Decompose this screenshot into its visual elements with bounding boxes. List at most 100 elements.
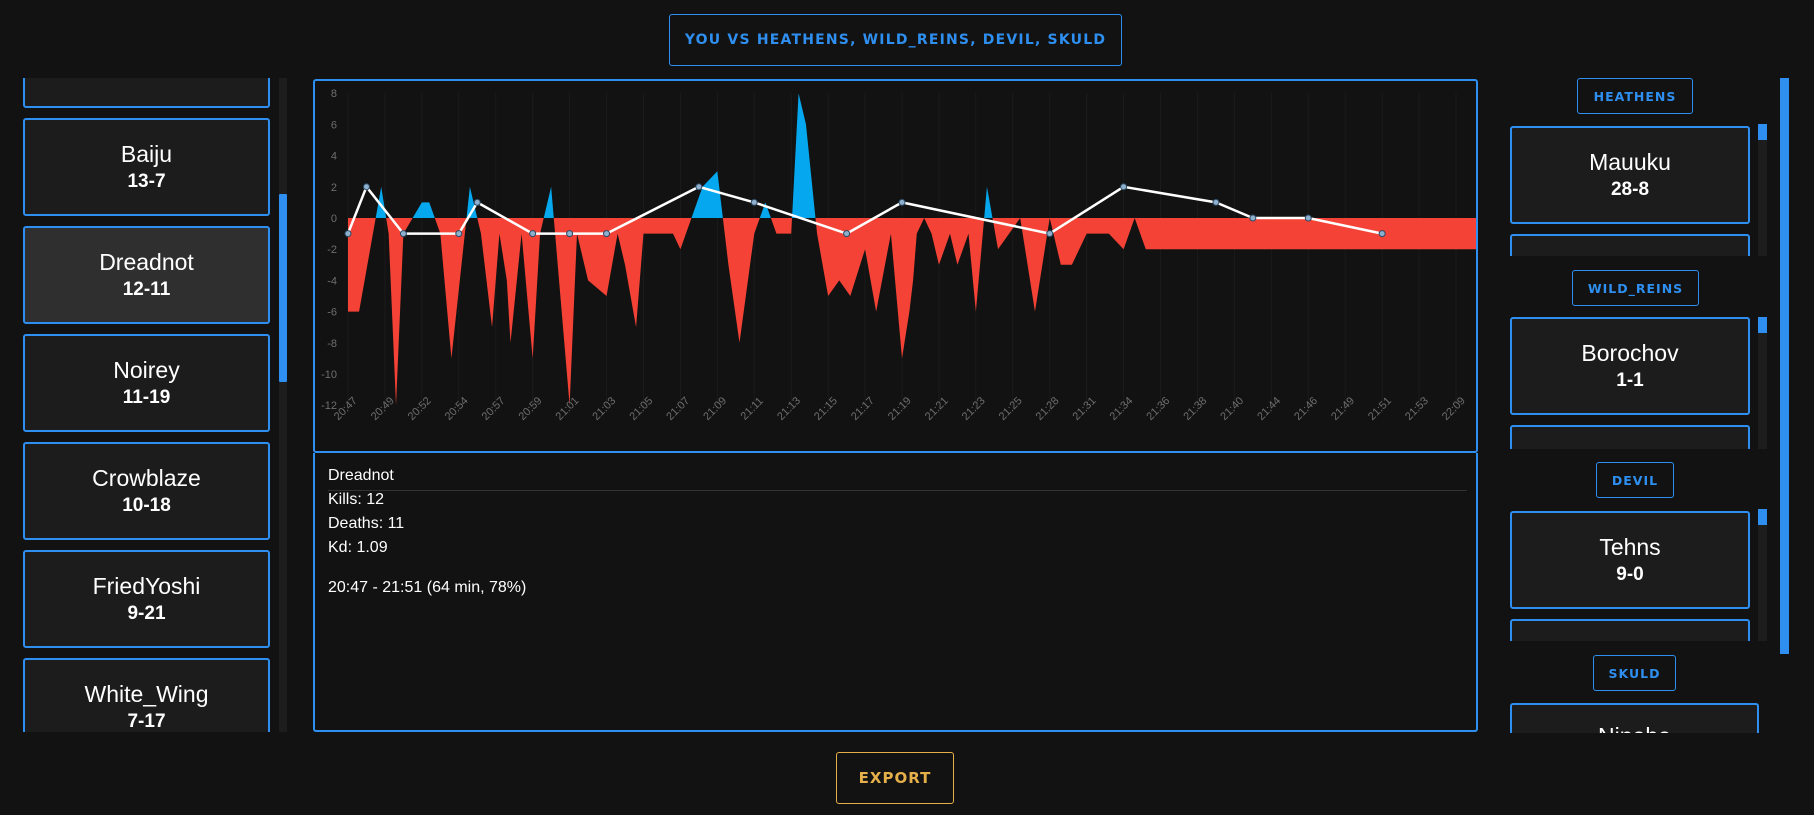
team-player-card[interactable]: Mauuku 28-8 — [1510, 126, 1750, 224]
team-player-list[interactable]: Tehns 9-0 — [1508, 509, 1768, 641]
x-tick-label: 21:25 — [997, 395, 1025, 423]
detail-deaths: Deaths: 11 — [328, 515, 405, 532]
export-button[interactable]: EXPORT — [836, 752, 954, 804]
kd-point — [399, 230, 407, 238]
detail-kills: Kills: 12 — [328, 491, 385, 508]
team-player-score: 1-1 — [1616, 370, 1644, 391]
match-title-button[interactable]: YOU VS HEATHENS, WILD_REINS, DEVIL, SKUL… — [669, 14, 1122, 66]
x-tick-label: 21:44 — [1255, 395, 1283, 423]
x-tick-label: 21:36 — [1144, 395, 1172, 423]
kd-point — [750, 198, 758, 206]
kd-point — [362, 183, 370, 191]
team-button-heathens[interactable]: HEATHENS — [1577, 78, 1693, 114]
team-panel-scrollbar-thumb[interactable] — [1780, 78, 1789, 654]
player-card[interactable]: 13-20 — [23, 78, 270, 108]
player-list-scrollbar-thumb[interactable] — [279, 194, 287, 382]
positive-area — [348, 93, 1476, 218]
team-list-scrollbar-thumb[interactable] — [1758, 317, 1767, 333]
player-card[interactable]: Crowblaze 10-18 — [23, 442, 270, 540]
team-list-scrollbar[interactable] — [1758, 317, 1767, 449]
team-player-list[interactable]: Borochov 1-1 — [1508, 317, 1768, 449]
x-tick-label: 21:51 — [1366, 395, 1394, 423]
x-tick-label: 20:49 — [369, 395, 397, 423]
kd-point — [1378, 230, 1386, 238]
kd-point — [1212, 198, 1220, 206]
player-name: Dreadnot — [99, 249, 194, 275]
team-player-card[interactable] — [1510, 619, 1750, 641]
player-score: 7-17 — [127, 711, 166, 732]
detail-time-range: 20:47 - 21:51 (64 min, 78%) — [328, 579, 527, 596]
player-name: Baiju — [120, 141, 173, 167]
kd-point — [1046, 230, 1054, 238]
kd-point — [566, 230, 574, 238]
y-tick-label: 6 — [331, 119, 337, 131]
team-list-scrollbar[interactable] — [1758, 509, 1767, 641]
x-tick-label: 21:17 — [849, 395, 877, 423]
x-tick-label: 21:07 — [664, 395, 692, 423]
team-player-card[interactable]: Ninebe — [1510, 703, 1759, 733]
player-score: 9-21 — [127, 603, 166, 624]
player-card[interactable]: FriedYoshi 9-21 — [23, 550, 270, 648]
detail-kd: Kd: 1.09 — [328, 539, 388, 556]
team-button-skuld[interactable]: SKULD — [1593, 655, 1676, 691]
x-tick-label: 21:11 — [738, 395, 765, 422]
negative-area — [348, 218, 1476, 406]
x-tick-label: 20:52 — [406, 395, 434, 423]
team-list-scrollbar[interactable] — [1758, 124, 1767, 256]
team-player-name: Borochov — [1581, 340, 1679, 366]
kd-point — [529, 230, 537, 238]
x-tick-label: 21:40 — [1218, 395, 1246, 423]
x-tick-label: 21:03 — [590, 395, 618, 423]
x-tick-label: 20:57 — [480, 395, 508, 423]
x-tick-label: 21:15 — [812, 395, 840, 423]
chart-canvas: 86420-2-4-6-8-10-12 20:47 20:49 20:52 20:54… — [321, 88, 1476, 423]
x-tick-label: 20:54 — [443, 395, 471, 423]
team-list-scrollbar-thumb[interactable] — [1758, 509, 1767, 525]
x-tick-label: 20:59 — [517, 395, 545, 423]
player-card[interactable]: White_Wing 7-17 — [23, 658, 270, 732]
kd-point — [1120, 183, 1128, 191]
player-score: 10-18 — [122, 495, 171, 516]
x-tick-label: 21:21 — [923, 395, 951, 423]
team-player-card[interactable]: Borochov 1-1 — [1510, 317, 1750, 415]
player-card[interactable]: Noirey 11-19 — [23, 334, 270, 432]
x-tick-label: 21:34 — [1108, 395, 1136, 423]
kd-point — [843, 230, 851, 238]
kd-point — [455, 230, 463, 238]
kd-chart[interactable]: 8 6 4 2 0 -2 -4 -6 -8 -10 -12 20:47 20:49 20:52 20:54… — [313, 79, 1478, 453]
x-tick-label: 21:38 — [1181, 395, 1209, 423]
player-card-selected[interactable]: Dreadnot 12-11 — [23, 226, 270, 324]
team-button-devil[interactable]: DEVIL — [1596, 462, 1674, 498]
player-name: White_Wing — [84, 681, 209, 707]
team-player-name: Ninebe — [1512, 723, 1757, 733]
y-tick-label: -6 — [327, 307, 337, 319]
y-tick-label: -8 — [327, 338, 337, 350]
team-player-score: 28-8 — [1610, 179, 1650, 200]
player-list-scrollbar[interactable] — [279, 78, 287, 732]
kd-point — [473, 198, 481, 206]
x-tick-label: 21:19 — [886, 395, 914, 423]
x-tick-label: 21:09 — [701, 395, 729, 423]
y-tick-label: 8 — [331, 88, 337, 100]
player-card[interactable]: Baiju 13-7 — [23, 118, 270, 216]
y-tick-label: -10 — [321, 369, 337, 381]
player-score: 12-11 — [122, 279, 171, 300]
player-score: 11-19 — [122, 387, 171, 408]
x-tick-label: 21:28 — [1034, 395, 1062, 423]
team-button-wild-reins[interactable]: WILD_REINS — [1572, 270, 1699, 306]
team-player-card[interactable] — [1510, 234, 1750, 256]
kd-point — [695, 183, 703, 191]
team-player-score: 9-0 — [1616, 564, 1644, 585]
player-list[interactable]: 13-20 Baiju 13-7 Dreadnot 12-11 Noirey 1… — [14, 78, 288, 732]
y-tick-label: 4 — [331, 151, 337, 163]
team-player-card[interactable]: Tehns 9-0 — [1510, 511, 1750, 609]
team-player-card[interactable] — [1510, 425, 1750, 449]
team-player-list[interactable]: Mauuku 28-8 — [1508, 124, 1768, 256]
kd-point — [603, 230, 611, 238]
x-tick-label: 21:53 — [1403, 395, 1431, 423]
x-tick-label: 21:49 — [1329, 395, 1357, 423]
kd-point — [344, 230, 352, 238]
y-tick-label: 2 — [331, 182, 337, 194]
team-list-scrollbar-thumb[interactable] — [1758, 124, 1767, 140]
x-tick-label: 21:46 — [1292, 395, 1320, 423]
